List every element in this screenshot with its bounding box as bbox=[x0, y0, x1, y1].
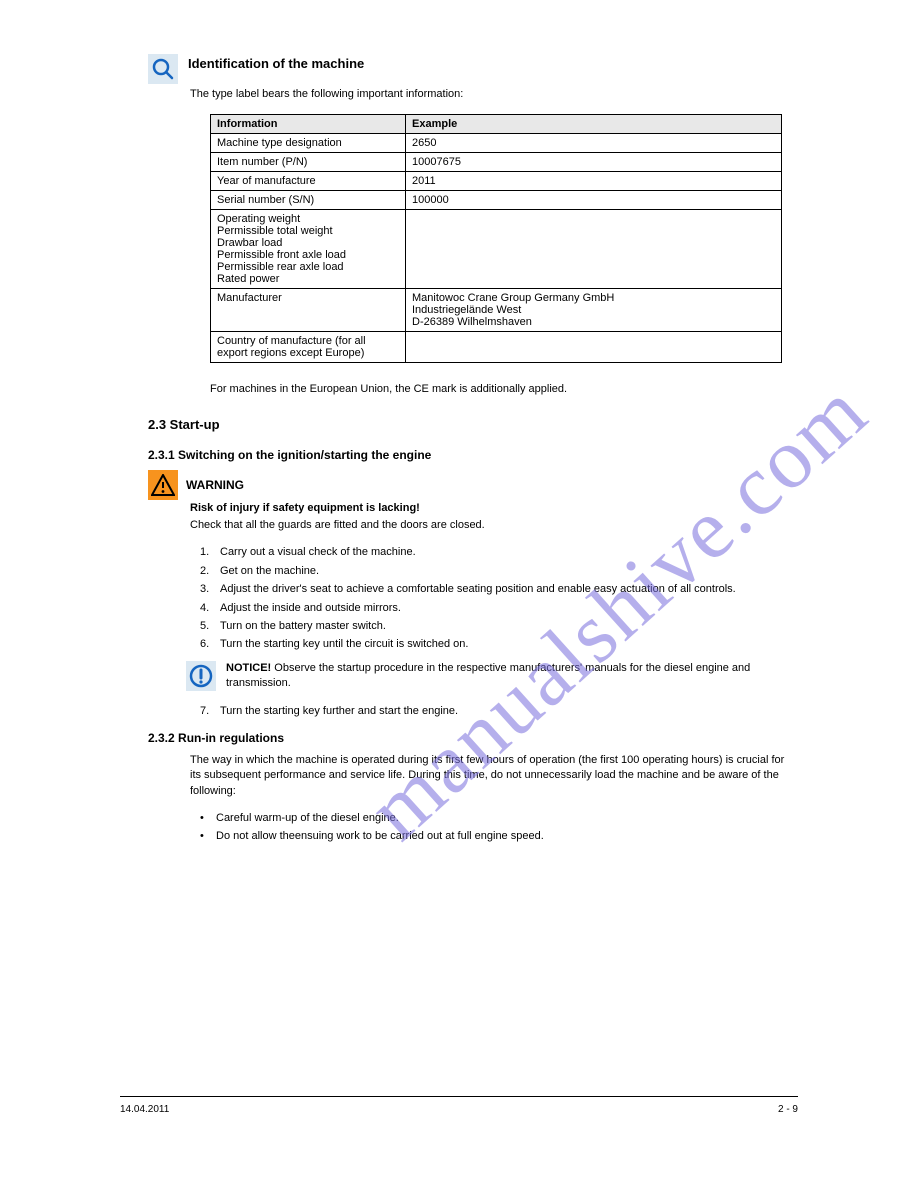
warning-body: Check that all the guards are fitted and… bbox=[190, 518, 798, 533]
startup-step-final: 7.Turn the starting key further and star… bbox=[200, 704, 798, 719]
table-header-row: Information Example bbox=[211, 115, 782, 134]
identification-heading: Identification of the machine bbox=[188, 54, 364, 71]
notice-label: NOTICE! bbox=[226, 662, 271, 674]
notice-text: Observe the startup procedure in the res… bbox=[226, 662, 750, 689]
runin-heading: 2.3.2 Run-in regulations bbox=[148, 731, 798, 745]
table-row: Country of manufacture (for all export r… bbox=[211, 332, 782, 363]
table-row: ManufacturerManitowoc Crane Group German… bbox=[211, 289, 782, 332]
table-row: Year of manufacture2011 bbox=[211, 172, 782, 191]
identification-subtitle: The type label bears the following impor… bbox=[190, 88, 798, 100]
footer-page-number: 2 - 9 bbox=[778, 1104, 798, 1115]
ce-mark-note: For machines in the European Union, the … bbox=[210, 383, 798, 395]
page-content: Identification of the machine The type l… bbox=[148, 54, 798, 851]
notice-exclamation-icon bbox=[186, 661, 216, 691]
warning-triangle-icon bbox=[148, 470, 178, 500]
ignition-heading: 2.3.1 Switching on the ignition/starting… bbox=[148, 448, 798, 462]
table-header: Example bbox=[406, 115, 782, 134]
notice-block: NOTICE! Observe the startup procedure in… bbox=[186, 661, 798, 692]
footer-divider bbox=[120, 1096, 798, 1097]
startup-heading: 2.3 Start-up bbox=[148, 417, 798, 432]
table-row: Item number (P/N)10007675 bbox=[211, 153, 782, 172]
runin-intro: The way in which the machine is operated… bbox=[190, 753, 798, 799]
runin-bullets: •Careful warm-up of the diesel engine. •… bbox=[200, 811, 798, 845]
table-row: Operating weight Permissible total weigh… bbox=[211, 210, 782, 289]
table-row: Serial number (S/N)100000 bbox=[211, 191, 782, 210]
table-row: Machine type designation2650 bbox=[211, 134, 782, 153]
type-label-table: Information Example Machine type designa… bbox=[210, 114, 782, 363]
startup-steps: 1.Carry out a visual check of the machin… bbox=[200, 545, 798, 652]
table-header: Information bbox=[211, 115, 406, 134]
magnifier-icon bbox=[148, 54, 178, 84]
warning-label: WARNING bbox=[186, 478, 244, 492]
footer-date: 14.04.2011 bbox=[120, 1104, 169, 1115]
warning-subtitle: Risk of injury if safety equipment is la… bbox=[190, 502, 798, 514]
